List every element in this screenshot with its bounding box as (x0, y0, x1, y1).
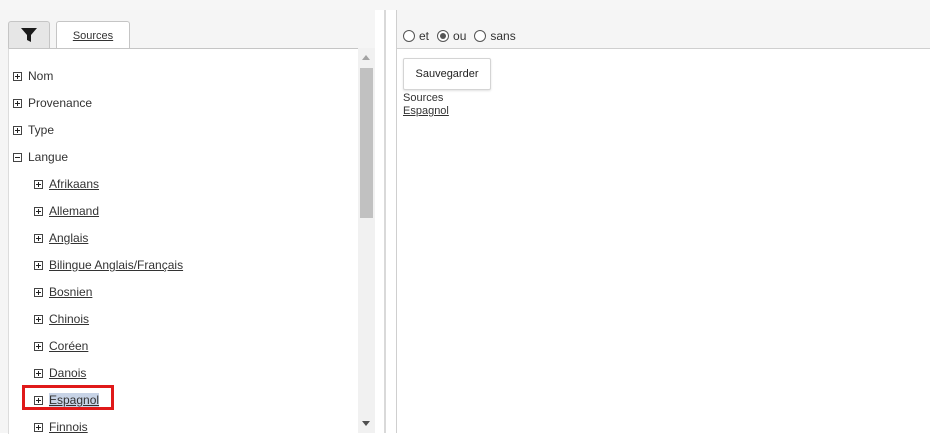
tree-child-label[interactable]: Bilingue Anglais/Français (49, 258, 183, 272)
filter-panel: Sources Nom Provenance Type Langue Afrik… (0, 10, 375, 434)
tree-child-allemand[interactable]: Allemand (34, 202, 99, 220)
operator-radio-group: et ou sans (403, 28, 524, 44)
expand-icon[interactable] (13, 125, 22, 135)
expand-icon[interactable] (34, 206, 43, 216)
tabs-bar: Sources (0, 10, 375, 50)
tree-child-label[interactable]: Afrikaans (49, 177, 99, 191)
save-button[interactable]: Sauvegarder (403, 58, 491, 90)
tab-sources[interactable]: Sources (56, 21, 130, 50)
tree-scrollbar[interactable] (358, 48, 375, 433)
criteria-panel: et ou sans Sauvegarder Sources Espagnol (396, 10, 930, 433)
tab-sources-label: Sources (72, 30, 114, 42)
expand-icon[interactable] (13, 71, 22, 81)
radio-et[interactable] (403, 30, 415, 42)
selection-highlight (22, 385, 114, 410)
radio-sans[interactable] (474, 30, 487, 42)
tree-item-label: Provenance (28, 96, 93, 110)
panel-divider (384, 10, 386, 433)
tree-item-label: Type (28, 123, 55, 137)
expand-icon[interactable] (34, 422, 43, 432)
tree-child-label[interactable]: Anglais (49, 231, 88, 245)
tree-item-provenance[interactable]: Provenance (13, 94, 92, 112)
criteria-value-espagnol[interactable]: Espagnol (403, 105, 449, 117)
tree-child-label[interactable]: Allemand (49, 204, 99, 218)
tree-item-langue[interactable]: Langue (13, 148, 68, 166)
filter-icon (21, 28, 37, 42)
scroll-thumb[interactable] (360, 68, 373, 218)
tree-child-danois[interactable]: Danois (34, 364, 86, 382)
expand-icon[interactable] (34, 287, 43, 297)
tree-child-label[interactable]: Coréen (49, 339, 88, 353)
tree-child-bosnien[interactable]: Bosnien (34, 283, 92, 301)
tree-child-anglais[interactable]: Anglais (34, 229, 88, 247)
operator-bar: et ou sans (397, 10, 930, 48)
header-divider (397, 48, 930, 49)
criteria-title: Sources (403, 92, 444, 104)
expand-icon[interactable] (34, 314, 43, 324)
expand-icon[interactable] (34, 368, 43, 378)
radio-et-label: et (419, 29, 430, 43)
tree-item-nom[interactable]: Nom (13, 67, 53, 85)
expand-icon[interactable] (34, 179, 43, 189)
tree-child-label[interactable]: Bosnien (49, 285, 92, 299)
radio-sans-label: sans (490, 29, 516, 43)
tree-child-label[interactable]: Finnois (49, 420, 88, 434)
expand-icon[interactable] (34, 260, 43, 270)
tree-child-label[interactable]: Chinois (49, 312, 89, 326)
tree-item-label: Langue (28, 150, 69, 164)
tab-filter[interactable] (8, 21, 50, 48)
tree-child-finnois[interactable]: Finnois (34, 418, 88, 434)
top-strip (0, 0, 930, 10)
tree-child-chinois[interactable]: Chinois (34, 310, 89, 328)
scroll-down-icon[interactable] (362, 421, 370, 426)
tree-child-label[interactable]: Danois (49, 366, 86, 380)
scroll-up-icon[interactable] (362, 55, 370, 60)
tree-child-bilingue[interactable]: Bilingue Anglais/Français (34, 256, 183, 274)
tree-item-label: Nom (28, 69, 54, 83)
tree-child-coreen[interactable]: Coréen (34, 337, 88, 355)
expand-icon[interactable] (34, 233, 43, 243)
collapse-icon[interactable] (13, 152, 22, 162)
expand-icon[interactable] (34, 341, 43, 351)
tree-item-type[interactable]: Type (13, 121, 54, 139)
radio-ou-label: ou (453, 29, 467, 43)
expand-icon[interactable] (13, 98, 22, 108)
tree-child-afrikaans[interactable]: Afrikaans (34, 175, 99, 193)
radio-ou[interactable] (437, 30, 450, 42)
category-tree: Nom Provenance Type Langue Afrikaans All… (8, 48, 359, 434)
